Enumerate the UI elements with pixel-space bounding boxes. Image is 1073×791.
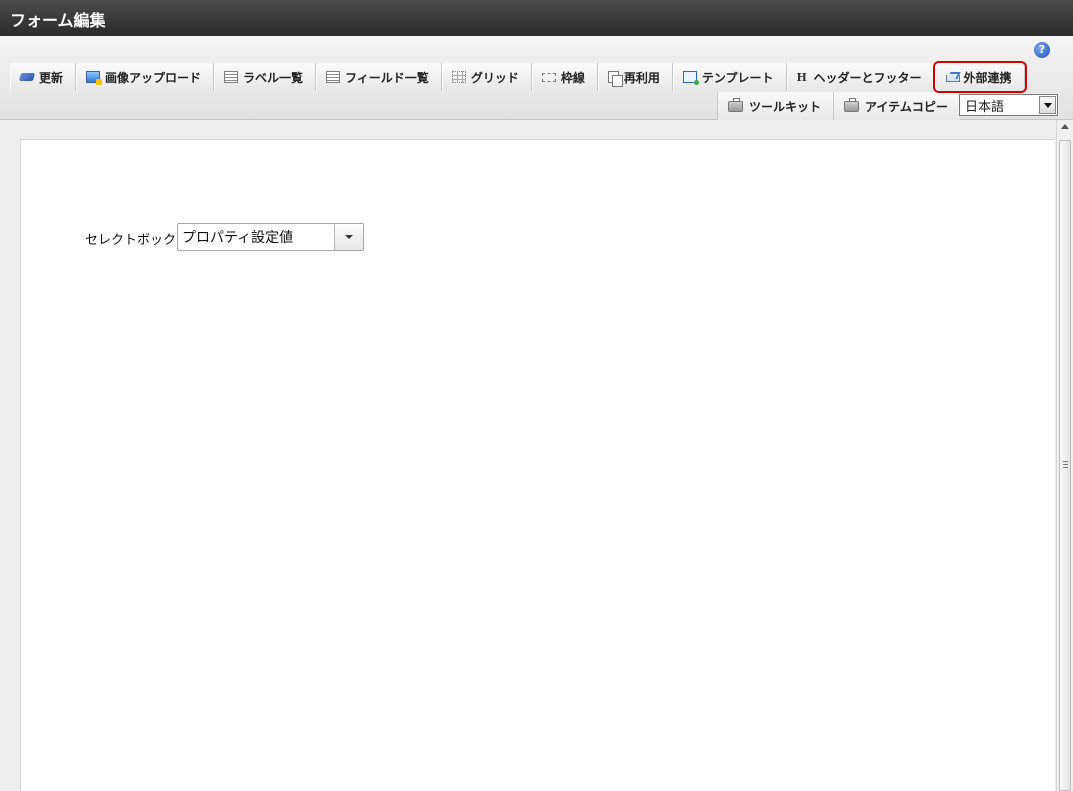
- tab-label: 更新: [39, 70, 64, 85]
- list-icon: [224, 71, 239, 83]
- image-upload-icon: [86, 71, 103, 85]
- selectbox-field[interactable]: プロパティ設定値: [177, 223, 364, 251]
- help-icon[interactable]: ?: [1034, 42, 1050, 58]
- chevron-down-icon[interactable]: [334, 224, 363, 250]
- external-link-icon: [945, 72, 960, 82]
- tab-label: ラベル一覧: [243, 70, 304, 85]
- tab-toolkit[interactable]: ツールキット: [717, 92, 834, 120]
- scroll-up-icon[interactable]: [1061, 124, 1069, 129]
- scrollbar-thumb[interactable]: [1059, 140, 1071, 791]
- tab-label: ツールキット: [749, 99, 822, 114]
- grid-icon: [451, 71, 466, 83]
- tab-label: 再利用: [623, 70, 660, 85]
- template-icon: [682, 71, 699, 85]
- tab-label: アイテムコピー: [865, 99, 948, 114]
- toolbox-icon: [844, 97, 860, 112]
- tab-label: 外部連携: [963, 70, 1012, 85]
- tab-label: テンプレート: [701, 70, 774, 85]
- tab-label: 画像アップロード: [105, 70, 202, 85]
- vertical-scrollbar[interactable]: [1056, 120, 1073, 791]
- toolbox-icon: [728, 97, 743, 112]
- list-icon: [326, 71, 341, 83]
- tab-update[interactable]: 更新: [10, 63, 77, 91]
- chevron-down-icon[interactable]: [1039, 96, 1056, 114]
- tab-label: フィールド一覧: [345, 70, 429, 85]
- tab-reuse[interactable]: 再利用: [597, 63, 673, 91]
- update-icon: [18, 73, 36, 81]
- tab-header-footer[interactable]: H ヘッダーとフッター: [786, 63, 935, 91]
- window-title: フォーム編集: [0, 0, 1073, 36]
- language-select-value: 日本語: [965, 99, 1005, 115]
- header-icon: H: [796, 70, 807, 84]
- language-select[interactable]: 日本語: [959, 94, 1058, 116]
- tab-item-copy[interactable]: アイテムコピー: [833, 92, 960, 120]
- selectbox-label: セレクトボックス: [85, 233, 189, 248]
- copy-icon: [607, 71, 623, 87]
- toolbar-secondary-tabs: ツールキット アイテムコピー: [717, 92, 960, 120]
- tab-label: ヘッダーとフッター: [813, 70, 922, 85]
- toolbar: ? 更新 画像アップロード ラベル一覧 フィールド一覧 グリッド 枠線 再利用: [0, 36, 1073, 120]
- tab-field-list[interactable]: フィールド一覧: [316, 63, 442, 91]
- selectbox-value: プロパティ設定値: [182, 230, 294, 246]
- tab-grid[interactable]: グリッド: [441, 63, 532, 91]
- tab-label-list[interactable]: ラベル一覧: [214, 63, 317, 91]
- grip-icon: [1063, 461, 1068, 468]
- frame-icon: [541, 72, 556, 82]
- tab-image-upload[interactable]: 画像アップロード: [76, 63, 215, 91]
- tab-template[interactable]: テンプレート: [672, 63, 787, 91]
- toolbar-tabs: 更新 画像アップロード ラベル一覧 フィールド一覧 グリッド 枠線 再利用 テン…: [10, 63, 1025, 91]
- tab-label: 枠線: [560, 70, 585, 85]
- tab-external-link[interactable]: 外部連携: [934, 63, 1025, 91]
- tab-frame[interactable]: 枠線: [531, 63, 598, 91]
- tab-label: グリッド: [470, 70, 519, 85]
- canvas-area: [0, 120, 1073, 791]
